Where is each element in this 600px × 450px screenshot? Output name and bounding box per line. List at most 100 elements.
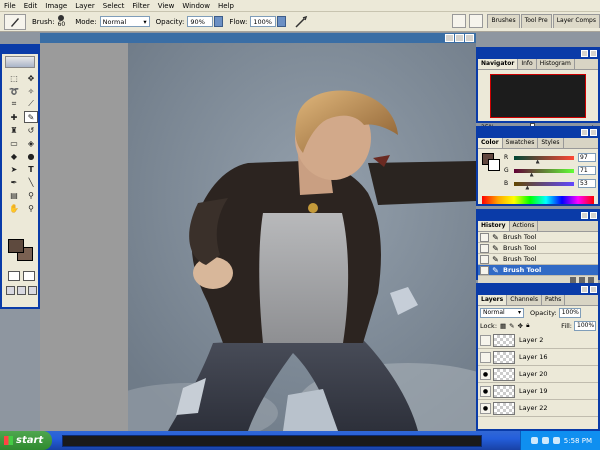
well-tab-brushes[interactable]: Brushes: [487, 14, 520, 28]
pen-tool-icon[interactable]: ✒: [7, 176, 21, 188]
doc-close-button[interactable]: [465, 34, 474, 42]
visibility-toggle[interactable]: ●: [480, 385, 491, 397]
blur-tool-icon[interactable]: ◆: [7, 150, 21, 162]
menu-file[interactable]: File: [4, 2, 16, 10]
eraser-tool-icon[interactable]: ▭: [7, 137, 21, 149]
tab-swatches[interactable]: Swatches: [503, 138, 539, 148]
tab-actions[interactable]: Actions: [510, 221, 539, 231]
standard-screen-mode-button[interactable]: [6, 286, 15, 295]
layers-titlebar[interactable]: [478, 285, 598, 295]
type-tool-icon[interactable]: T: [24, 163, 38, 175]
history-titlebar[interactable]: [478, 211, 598, 221]
history-brush-tool-icon[interactable]: ↺: [24, 124, 38, 136]
crop-tool-icon[interactable]: ⌗: [7, 98, 21, 110]
standard-mode-button[interactable]: [8, 271, 20, 281]
taskbar-tasks[interactable]: [62, 435, 482, 447]
marquee-tool-icon[interactable]: ⬚: [7, 72, 21, 84]
tab-history[interactable]: History: [478, 221, 510, 231]
well-tab-tool-presets[interactable]: Tool Pre: [520, 14, 552, 28]
tool-preset-picker[interactable]: [4, 13, 26, 30]
full-screen-mode-button[interactable]: [28, 286, 37, 295]
line-tool-icon[interactable]: ╲: [24, 176, 38, 188]
panel-minimize-button[interactable]: [581, 286, 588, 293]
brush-tool-icon[interactable]: ✎: [24, 111, 38, 123]
layer-row[interactable]: ● Layer 20: [478, 366, 598, 383]
panel-close-button[interactable]: [590, 50, 597, 57]
slice-tool-icon[interactable]: ⟋: [24, 98, 38, 110]
full-screen-menu-mode-button[interactable]: [17, 286, 26, 295]
menu-image[interactable]: Image: [45, 2, 67, 10]
mode-select[interactable]: Normal ▾: [99, 16, 150, 27]
opacity-field[interactable]: 90%: [187, 16, 214, 27]
history-item-selected[interactable]: ✎ Brush Tool: [478, 265, 598, 276]
panel-minimize-button[interactable]: [581, 129, 588, 136]
zoom-tool-icon[interactable]: ⚲: [24, 202, 38, 214]
history-item[interactable]: ✎ Brush Tool: [478, 232, 598, 243]
menu-edit[interactable]: Edit: [24, 2, 38, 10]
well-tab-layer-comps[interactable]: Layer Comps: [552, 14, 600, 28]
foreground-color-swatch[interactable]: [8, 239, 24, 253]
visibility-toggle[interactable]: ●: [480, 368, 491, 380]
panel-close-button[interactable]: [590, 212, 597, 219]
lock-all-icon[interactable]: 🔒︎: [526, 321, 529, 330]
photoshop-logo[interactable]: [5, 56, 35, 68]
lock-paint-icon[interactable]: ✎: [509, 322, 514, 330]
layer-row[interactable]: ● Layer 22: [478, 400, 598, 417]
history-source-checkbox[interactable]: [480, 265, 489, 275]
history-source-checkbox[interactable]: [480, 232, 489, 242]
menu-view[interactable]: View: [158, 2, 175, 10]
panel-close-button[interactable]: [590, 129, 597, 136]
palette-toggle-button[interactable]: [469, 14, 484, 28]
blend-mode-select[interactable]: Normal ▾: [480, 307, 524, 318]
menu-layer[interactable]: Layer: [75, 2, 95, 10]
panel-minimize-button[interactable]: [581, 212, 588, 219]
layer-row[interactable]: Layer 16: [478, 349, 598, 366]
panel-close-button[interactable]: [590, 286, 597, 293]
history-source-checkbox[interactable]: [480, 254, 489, 264]
path-selection-tool-icon[interactable]: ➤: [7, 163, 21, 175]
flow-slider-button[interactable]: [277, 16, 287, 27]
paint-bucket-tool-icon[interactable]: ◈: [24, 137, 38, 149]
tab-histogram[interactable]: Histogram: [537, 59, 575, 69]
tab-color[interactable]: Color: [478, 138, 503, 148]
fill-field[interactable]: 100%: [574, 320, 596, 331]
panel-minimize-button[interactable]: [581, 50, 588, 57]
tab-navigator[interactable]: Navigator: [478, 59, 519, 69]
visibility-toggle[interactable]: ●: [480, 402, 491, 414]
lock-transparency-icon[interactable]: ▦: [500, 322, 506, 330]
history-item[interactable]: ✎ Brush Tool: [478, 254, 598, 265]
clone-stamp-tool-icon[interactable]: ♜: [7, 124, 21, 136]
color-spectrum-bar[interactable]: [482, 196, 594, 204]
color-bg-well[interactable]: [488, 159, 500, 171]
dodge-tool-icon[interactable]: ●: [24, 150, 38, 162]
brush-picker[interactable]: 60: [58, 15, 65, 28]
tray-icon[interactable]: [530, 437, 538, 444]
hand-tool-icon[interactable]: ✋: [7, 202, 21, 214]
airbrush-icon[interactable]: [294, 15, 308, 29]
navigator-thumbnail[interactable]: [490, 74, 586, 118]
quick-mask-button[interactable]: [23, 271, 35, 281]
layer-opacity-field[interactable]: 100%: [558, 307, 581, 318]
menu-window[interactable]: Window: [182, 2, 210, 10]
tab-layers[interactable]: Layers: [478, 295, 508, 305]
history-item[interactable]: ✎ Brush Tool: [478, 243, 598, 254]
navigator-titlebar[interactable]: [478, 49, 598, 59]
red-slider[interactable]: [514, 155, 574, 164]
layer-row[interactable]: Layer 2: [478, 332, 598, 349]
eyedropper-tool-icon[interactable]: ⚲: [24, 189, 38, 201]
doc-minimize-button[interactable]: [445, 34, 454, 42]
doc-maximize-button[interactable]: [455, 34, 464, 42]
visibility-toggle[interactable]: [480, 334, 491, 346]
tab-info[interactable]: Info: [518, 59, 537, 69]
toolbox-titlebar[interactable]: [2, 46, 38, 54]
menu-filter[interactable]: Filter: [132, 2, 149, 10]
tray-icon[interactable]: [541, 437, 549, 444]
healing-brush-tool-icon[interactable]: ✚: [7, 111, 21, 123]
tab-channels[interactable]: Channels: [507, 295, 542, 305]
blue-slider[interactable]: [514, 181, 574, 190]
opacity-slider-button[interactable]: [214, 16, 224, 27]
volume-icon[interactable]: [552, 437, 560, 444]
tab-paths[interactable]: Paths: [542, 295, 566, 305]
flow-field[interactable]: 100%: [250, 16, 277, 27]
menu-select[interactable]: Select: [103, 2, 125, 10]
